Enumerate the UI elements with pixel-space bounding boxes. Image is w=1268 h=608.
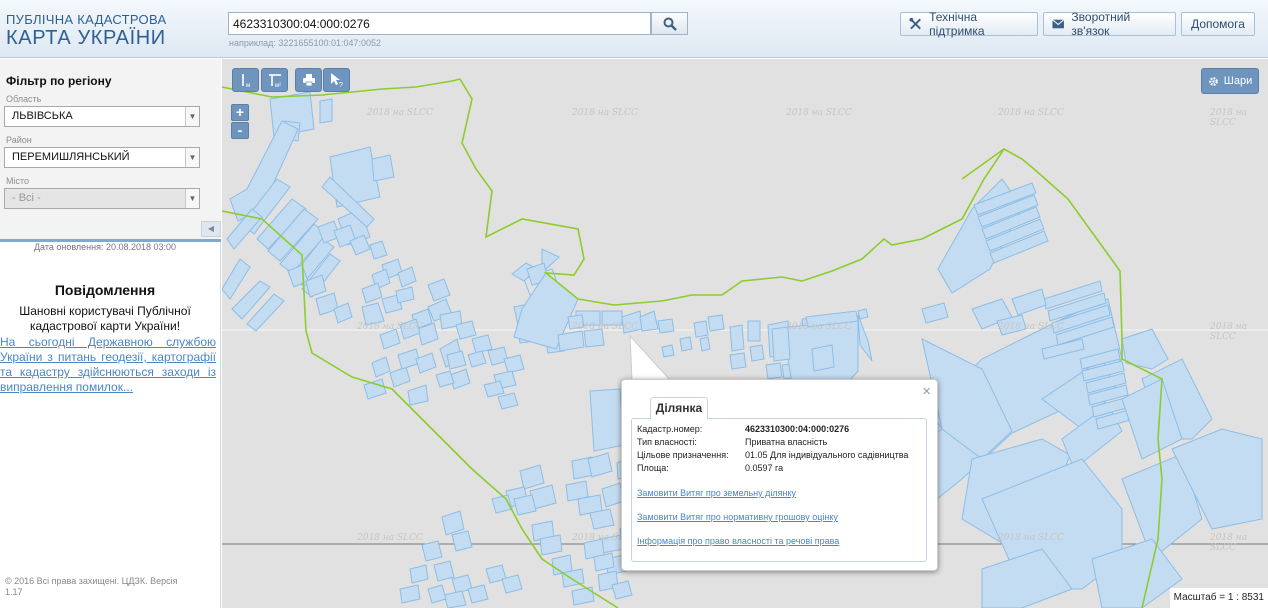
layers-button[interactable]: Шари [1201, 68, 1259, 94]
map-scale: Масштаб = 1 : 8531 [1169, 588, 1268, 608]
technical-support-label: Технічна підтримка [929, 10, 985, 38]
cadastral-map[interactable]: 2018 на SLCC 2018 на SLCC 2018 на SLCC 2… [222, 59, 1268, 608]
info-row-area: Площа: 0.0597 га [637, 463, 783, 473]
copyright: © 2016 Всі права захищені. ЦДЗК. Версія … [5, 576, 178, 597]
print-button[interactable] [295, 68, 322, 92]
feedback-label: Зворотний зв'язок [1071, 10, 1131, 38]
info-key: Цільове призначення: [637, 450, 729, 460]
help-label: Допомога [1191, 17, 1245, 31]
info-row-cadastral-number: Кадастр.номер: 4623310300:04:000:0276 [637, 424, 849, 434]
identify-button[interactable]: ? [323, 68, 350, 92]
tools-icon [909, 17, 921, 30]
site-logo[interactable]: ПУБЛІЧНА КАДАСТРОВА КАРТА УКРАЇНИ [6, 13, 166, 48]
chevron-down-icon: ▼ [185, 189, 199, 208]
messages-text: Шановні користувачі Публічної кадастрово… [19, 304, 191, 333]
feedback-button[interactable]: Зворотний зв'язок [1043, 10, 1176, 38]
city-label: Місто [6, 176, 30, 186]
parcel-info-popup: × Ділянка Кадастр.номер: 4623310300:04:00… [621, 379, 938, 571]
layers-label: Шари [1223, 75, 1253, 87]
map-watermark: 2018 на SLCC [998, 533, 1064, 543]
map-watermark: 2018 на SLCC [1210, 533, 1248, 553]
zoom-in-button[interactable]: + [231, 104, 249, 121]
map-watermark: 2018 на SLCC [572, 322, 638, 332]
city-value: - Всі - [12, 192, 41, 204]
map-watermark: 2018 на SLCC [786, 108, 852, 118]
measure-distance-button[interactable]: м [232, 68, 259, 92]
gear-icon [1208, 76, 1218, 86]
map-watermark: 2018 на SLCC [998, 108, 1064, 118]
update-date: Дата оновлення: 20.08.2018 03:00 [33, 242, 177, 252]
measure-area-button[interactable]: м² [261, 68, 288, 92]
ownership-info-link[interactable]: Інформація про право власності та речові… [637, 536, 839, 546]
map-watermark: 2018 на SLCC [367, 108, 433, 118]
svg-text:?: ? [339, 82, 343, 88]
info-value: Приватна власність [745, 437, 828, 447]
messages-link[interactable]: На сьогодні Державною службою України з … [0, 335, 216, 395]
zoom-out-button[interactable]: - [231, 122, 249, 139]
info-row-purpose: Цільове призначення: 01.05 Для індивідуал… [637, 450, 908, 460]
parcel-info-body: Кадастр.номер: 4623310300:04:000:0276 Тип… [631, 418, 927, 562]
map-watermark: 2018 на SLCC [786, 322, 852, 332]
info-key: Площа: [637, 463, 669, 473]
info-row-ownership: Тип власності: Приватна власність [637, 437, 827, 447]
raion-value: ПЕРЕМИШЛЯНСЬКИЙ [12, 151, 130, 163]
collapse-sidebar-button[interactable]: ◀ [201, 221, 221, 237]
chevron-down-icon: ▼ [185, 107, 199, 126]
city-select[interactable]: - Всі - ▼ [4, 188, 200, 209]
map-watermark: 2018 на SLCC [1210, 108, 1248, 128]
sidebar: Фільтр по регіону Область ЛЬВІВСЬКА ▼ Ра… [0, 59, 221, 608]
info-key: Тип власності: [637, 437, 697, 447]
logo-line-2: КАРТА УКРАЇНИ [6, 27, 166, 49]
search-button[interactable] [651, 12, 688, 35]
oblast-label: Область [6, 94, 42, 104]
map-watermark: 2018 на SLCC [357, 322, 423, 332]
svg-text:м: м [246, 83, 250, 88]
map-watermark: 2018 на SLCC [998, 322, 1064, 332]
header-bar: ПУБЛІЧНА КАДАСТРОВА КАРТА УКРАЇНИ наприк… [0, 0, 1268, 58]
info-value: 0.0597 га [745, 463, 784, 473]
info-key: Кадастр.номер: [637, 424, 703, 434]
oblast-select[interactable]: ЛЬВІВСЬКА ▼ [4, 106, 200, 127]
help-button[interactable]: Допомога [1181, 12, 1255, 36]
popup-pointer [629, 334, 672, 381]
area-ruler-icon: м² [268, 74, 281, 88]
cadastral-search-input[interactable] [228, 12, 651, 35]
envelope-icon [1052, 19, 1065, 29]
logo-line-1: ПУБЛІЧНА КАДАСТРОВА [6, 12, 167, 27]
region-filter-panel: Фільтр по регіону Область ЛЬВІВСЬКА ▼ Ра… [0, 59, 221, 239]
map-watermark: 2018 на SLCC [572, 108, 638, 118]
printer-icon [302, 74, 315, 87]
cursor-question-icon: ? [330, 73, 343, 88]
info-value: 4623310300:04:000:0276 [745, 424, 850, 434]
order-valuation-extract-link[interactable]: Замовити Витяг про нормативну грошову оц… [637, 512, 838, 522]
close-icon[interactable]: × [922, 383, 931, 400]
svg-text:м²: м² [275, 83, 281, 88]
ruler-icon: м [241, 74, 250, 88]
map-watermark: 2018 на SLCC [1210, 322, 1248, 342]
raion-label: Район [6, 135, 32, 145]
info-value: 01.05 Для індивідуального садівництва [745, 450, 909, 460]
tab-parcel[interactable]: Ділянка [650, 397, 708, 419]
filter-title: Фільтр по регіону [6, 74, 112, 88]
order-land-extract-link[interactable]: Замовити Витяг про земельну ділянку [637, 488, 796, 498]
technical-support-button[interactable]: Технічна підтримка [900, 10, 1038, 38]
map-watermark: 2018 на SLCC [357, 533, 423, 543]
search-hint: наприклад: 3221655100:01:047:0052 [229, 38, 382, 48]
oblast-value: ЛЬВІВСЬКА [12, 110, 73, 122]
search-icon [663, 17, 677, 31]
raion-select[interactable]: ПЕРЕМИШЛЯНСЬКИЙ ▼ [4, 147, 200, 168]
messages-title: Повідомлення [54, 282, 156, 298]
chevron-down-icon: ▼ [185, 148, 199, 167]
